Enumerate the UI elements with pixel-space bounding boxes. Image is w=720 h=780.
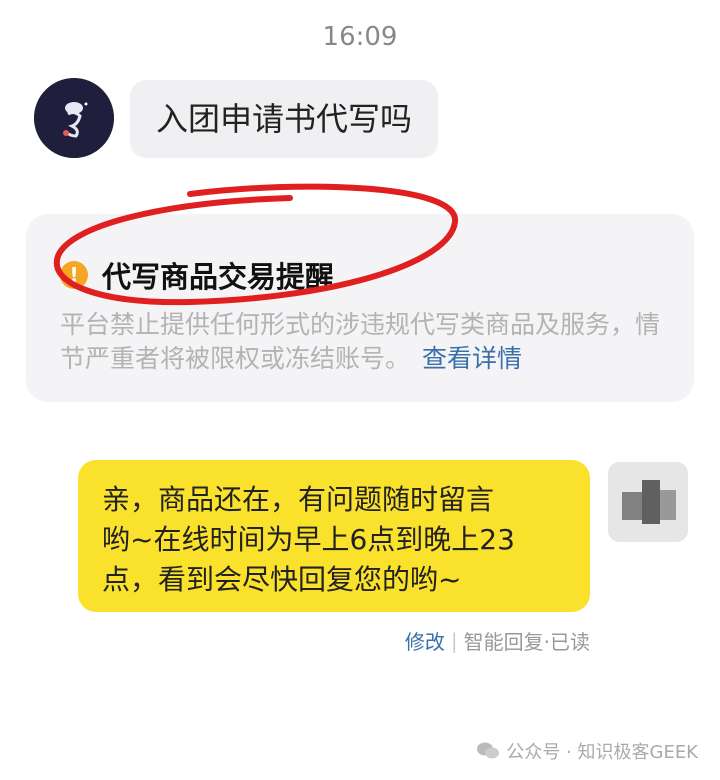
message-timestamp: 16:09 (322, 22, 398, 52)
incoming-message-bubble[interactable]: 入团申请书代写吗 (130, 80, 439, 158)
transaction-warning-card: ! 代写商品交易提醒 平台禁止提供任何形式的涉违规代写类商品及服务，情节严重者将… (26, 214, 694, 402)
warning-title: 代写商品交易提醒 (102, 260, 335, 294)
own-avatar[interactable] (608, 462, 688, 542)
view-details-link[interactable]: 查看详情 (422, 344, 522, 373)
message-meta: 修改 | 智能回复·已读 (405, 626, 590, 655)
meta-separator: | (450, 628, 458, 653)
blurred-avatar-icon (608, 462, 688, 542)
sender-avatar[interactable] (34, 78, 114, 158)
outgoing-message-line: 哟~在线时间为早上6点到晚上23 (102, 523, 515, 556)
outgoing-message-line: 点，看到会尽快回复您的哟~ (102, 563, 462, 596)
wechat-icon (477, 742, 500, 759)
watermark: 公众号 · 知识极客GEEK (476, 738, 698, 764)
outgoing-message-bubble[interactable]: 亲，商品还在，有问题随时留言 哟~在线时间为早上6点到晚上23 点，看到会尽快回… (78, 460, 590, 612)
warning-text: 平台禁止提供任何形式的涉违规代写类商品及服务，情节严重者将被限权或冻结账号。 (60, 310, 661, 373)
outgoing-message-line: 亲，商品还在，有问题随时留言 (102, 483, 495, 516)
watermark-text: 公众号 · 知识极客GEEK (506, 742, 698, 763)
astronaut-avatar-icon (34, 78, 114, 158)
warning-title-row: ! 代写商品交易提醒 (60, 254, 334, 296)
edit-link[interactable]: 修改 (405, 626, 445, 655)
read-status: 智能回复·已读 (463, 630, 590, 654)
warning-body: 平台禁止提供任何形式的涉违规代写类商品及服务，情节严重者将被限权或冻结账号。 查看… (60, 308, 670, 376)
warning-icon: ! (60, 261, 88, 289)
